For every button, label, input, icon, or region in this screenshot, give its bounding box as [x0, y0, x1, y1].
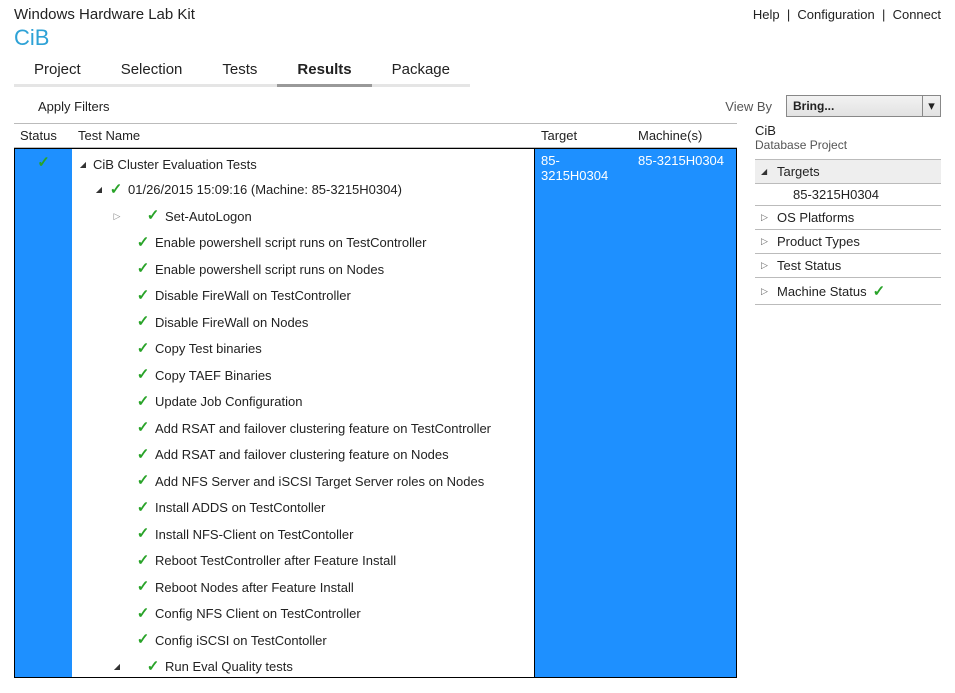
target-item-label: 85-3215H0304 — [793, 187, 879, 202]
side-project-title: CiB — [755, 123, 941, 138]
check-icon: ✓ — [136, 576, 150, 599]
col-status[interactable]: Status — [14, 123, 72, 148]
tree-item[interactable]: Add NFS Server and iSCSI Target Server r… — [155, 472, 484, 492]
check-icon: ✓ — [136, 523, 150, 546]
status-check-icon: ✓ — [37, 153, 50, 677]
tree-timestamp[interactable]: 01/26/2015 15:09:16 (Machine: 85-3215H03… — [128, 180, 402, 200]
cat-label: Test Status — [777, 258, 841, 273]
cat-product-types[interactable]: Product Types — [755, 229, 941, 254]
check-icon: ✓ — [873, 282, 886, 300]
tree-item[interactable]: Reboot TestController after Feature Inst… — [155, 551, 396, 571]
check-icon: ✓ — [136, 338, 150, 361]
expand-icon[interactable] — [761, 286, 771, 297]
tree-item[interactable]: Install ADDS on TestContoller — [155, 498, 325, 518]
tree-item[interactable]: Set-AutoLogon — [165, 207, 252, 227]
expand-icon[interactable] — [78, 159, 88, 171]
expand-icon[interactable] — [761, 260, 771, 271]
check-icon: ✓ — [136, 364, 150, 387]
cat-label: Product Types — [777, 234, 860, 249]
cat-test-status[interactable]: Test Status — [755, 253, 941, 278]
connect-link[interactable]: Connect — [893, 7, 941, 22]
help-link[interactable]: Help — [753, 7, 780, 22]
target-value[interactable]: 85-3215H0304 — [541, 153, 608, 183]
tree-item[interactable]: Enable powershell script runs on TestCon… — [155, 233, 426, 253]
col-test-name[interactable]: Test Name — [72, 123, 535, 148]
check-icon: ✓ — [136, 258, 150, 281]
cat-label: Machine Status — [777, 284, 867, 299]
tab-results[interactable]: Results — [277, 55, 371, 87]
tab-project[interactable]: Project — [14, 55, 101, 87]
check-icon: ✓ — [146, 656, 160, 679]
check-icon: ✓ — [136, 550, 150, 573]
tab-tests[interactable]: Tests — [202, 55, 277, 87]
viewby-dropdown-text: Bring... — [787, 99, 922, 113]
tree-item[interactable]: Copy TAEF Binaries — [155, 366, 272, 386]
col-target[interactable]: Target — [535, 123, 632, 148]
project-title: CiB — [0, 25, 955, 55]
expand-icon[interactable] — [761, 236, 771, 247]
check-icon: ✓ — [136, 603, 150, 626]
expand-icon[interactable] — [94, 184, 104, 196]
check-icon: ✓ — [136, 417, 150, 440]
check-icon: ✓ — [136, 285, 150, 308]
expand-icon[interactable] — [761, 212, 771, 223]
cat-label: OS Platforms — [777, 210, 854, 225]
check-icon: ✓ — [109, 179, 123, 202]
cat-machine-status[interactable]: Machine Status ✓ — [755, 277, 941, 305]
tree-item[interactable]: Copy Test binaries — [155, 339, 262, 359]
cat-targets-label: Targets — [777, 164, 820, 179]
tree-item[interactable]: Update Job Configuration — [155, 392, 302, 412]
apply-filters-button[interactable]: Apply Filters — [38, 99, 110, 114]
tree-item[interactable]: Config iSCSI on TestContoller — [155, 631, 327, 651]
tree-item[interactable]: Add RSAT and failover clustering feature… — [155, 445, 449, 465]
check-icon: ✓ — [136, 311, 150, 334]
cat-os-platforms[interactable]: OS Platforms — [755, 205, 941, 230]
expand-icon[interactable] — [761, 167, 771, 176]
tree-item[interactable]: Add RSAT and failover clustering feature… — [155, 419, 491, 439]
side-project-subtitle: Database Project — [755, 138, 941, 160]
check-icon: ✓ — [136, 497, 150, 520]
check-icon: ✓ — [136, 391, 150, 414]
tree-root[interactable]: CiB Cluster Evaluation Tests — [93, 155, 257, 175]
cat-targets[interactable]: Targets — [755, 159, 941, 184]
expand-icon[interactable] — [112, 210, 122, 224]
check-icon: ✓ — [146, 205, 160, 228]
check-icon: ✓ — [136, 444, 150, 467]
tab-package[interactable]: Package — [372, 55, 470, 87]
viewby-label: View By — [725, 99, 772, 114]
tree-item[interactable]: Disable FireWall on TestController — [155, 286, 351, 306]
tree-item[interactable]: Reboot Nodes after Feature Install — [155, 578, 354, 598]
app-title: Windows Hardware Lab Kit — [14, 6, 195, 23]
col-machine[interactable]: Machine(s) — [632, 123, 737, 148]
tree-item[interactable]: Disable FireWall on Nodes — [155, 313, 308, 333]
tree-item[interactable]: Config NFS Client on TestController — [155, 604, 361, 624]
check-icon: ✓ — [136, 470, 150, 493]
tree-item[interactable]: Run Eval Quality tests — [165, 657, 293, 677]
machine-value[interactable]: 85-3215H0304 — [638, 153, 724, 168]
viewby-dropdown[interactable]: Bring... ▾ — [786, 95, 941, 117]
tab-selection[interactable]: Selection — [101, 55, 203, 87]
tree-item[interactable]: Install NFS-Client on TestContoller — [155, 525, 353, 545]
expand-icon[interactable] — [112, 661, 122, 673]
target-item[interactable]: 85-3215H0304 — [755, 183, 941, 206]
chevron-down-icon[interactable]: ▾ — [922, 96, 940, 116]
check-icon: ✓ — [136, 232, 150, 255]
check-icon: ✓ — [136, 629, 150, 652]
tree-item[interactable]: Enable powershell script runs on Nodes — [155, 260, 384, 280]
configuration-link[interactable]: Configuration — [797, 7, 874, 22]
